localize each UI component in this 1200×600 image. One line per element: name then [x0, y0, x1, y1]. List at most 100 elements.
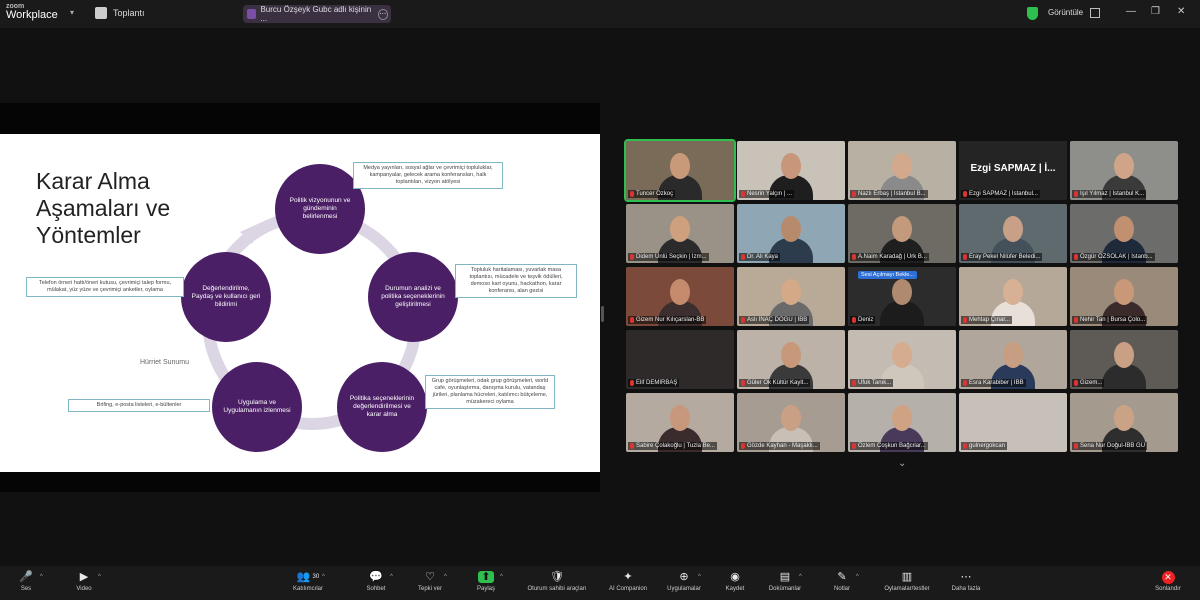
meeting-info-button[interactable]: Toplantı — [95, 7, 145, 19]
more-button[interactable]: ⋯ Daha fazla — [931, 569, 1001, 597]
caret-up-icon[interactable]: ^ — [98, 574, 101, 580]
caret-up-icon[interactable]: ^ — [322, 574, 325, 580]
participant-name-label: Didem Ünlü Seçkin | İzm... — [628, 253, 709, 261]
participant-tile[interactable]: Özgür ÖZSOLAK | İstanb... — [1070, 204, 1178, 263]
muted-mic-icon — [852, 317, 856, 323]
ai-companion-icon: ✦ — [623, 571, 633, 583]
maximize-icon[interactable]: ❐ — [1151, 6, 1160, 17]
chevron-down-icon[interactable]: ⌄ — [898, 458, 906, 469]
participant-name: Mehtap Çınar... — [969, 317, 1011, 323]
participant-tile[interactable]: Dr. Ali Kaya — [737, 204, 845, 263]
host-tools-button[interactable]: 🛡 Oturum sahibi araçları — [522, 569, 592, 597]
participant-name-label: Deniz — [850, 316, 876, 324]
participant-tile[interactable]: Eray Pekel Nilüfer Beledi... — [959, 204, 1067, 263]
caret-up-icon[interactable]: ^ — [390, 574, 393, 580]
minimize-icon[interactable]: — — [1126, 6, 1136, 17]
participant-tile[interactable]: Elif DEMİRBAŞ — [626, 330, 734, 389]
stage-circle-analysis: Durumun analizi ve politika seçeneklerin… — [368, 252, 458, 342]
participant-tile[interactable]: A.Naim Karadağ | Ürk B... — [848, 204, 956, 263]
participant-tile[interactable]: gulnergokcan — [959, 393, 1067, 452]
participant-name: Tuncer Özkoç — [636, 191, 674, 197]
caret-up-icon[interactable]: ^ — [500, 574, 503, 580]
participant-name-label: A.Naim Karadağ | Ürk B... — [850, 253, 929, 261]
muted-mic-icon — [630, 191, 634, 197]
caret-up-icon[interactable]: ^ — [444, 574, 447, 580]
participant-tile[interactable]: Sabire Çolakoğlu | Tuzla Be... — [626, 393, 734, 452]
close-icon[interactable]: ✕ — [1177, 6, 1185, 17]
participants-button[interactable]: 👥 30 Katılımcılar — [273, 569, 343, 597]
end-button[interactable]: ✕ Sonlandır — [1133, 569, 1200, 597]
chevron-down-icon[interactable]: ▾ — [70, 8, 74, 17]
participant-face — [892, 405, 912, 431]
participant-face — [670, 342, 690, 368]
share-button[interactable]: ⬆ Paylaş — [451, 569, 521, 597]
shared-screen-tab-label: Burcu Özşeyk Gubc adlı kişinin ... — [260, 5, 372, 23]
participant-tile[interactable]: Aslı İNAÇ DOĞU | İBB — [737, 267, 845, 326]
stage-circle-vision: Politik vizyonunun ve gündeminin belirle… — [275, 164, 365, 254]
muted-mic-icon — [741, 317, 745, 323]
participant-display-name: Ezgi SAPMAZ | İ... — [970, 163, 1056, 174]
more-options-icon[interactable]: ⋯ — [377, 8, 388, 20]
participant-tile[interactable]: Nazlı Erbaş | İstanbul B... — [848, 141, 956, 200]
host-tools-label: Oturum sahibi araçları — [527, 586, 587, 592]
participant-tile[interactable]: Özlem Coşkun Bağcılar... — [848, 393, 956, 452]
participant-tile[interactable]: Gizem Nur Kılıçarslan-BB — [626, 267, 734, 326]
participant-tile[interactable]: Didem Ünlü Seçkin | İzm... — [626, 204, 734, 263]
slide-title: Karar Alma Aşamaları ve Yöntemler — [36, 168, 171, 248]
participant-name-label: Işıl Yılmaz | İstanbul K... — [1072, 190, 1147, 198]
muted-mic-icon — [1074, 380, 1078, 386]
participant-tile[interactable]: Işıl Yılmaz | İstanbul K... — [1070, 141, 1178, 200]
participant-tile[interactable]: Güler Ok Kültür Kayit... — [737, 330, 845, 389]
participant-face — [1003, 342, 1023, 368]
participant-tile[interactable]: Nehir Tan | Bursa Çolo... — [1070, 267, 1178, 326]
participants-icon: 👥 — [296, 571, 311, 583]
view-layout-icon[interactable] — [1090, 8, 1100, 18]
caret-up-icon[interactable]: ^ — [856, 574, 859, 580]
react-icon: ♡ — [425, 571, 435, 583]
notes-button[interactable]: ✎ Notlar — [807, 569, 877, 597]
participant-tile[interactable]: Gözde Kayhan - Maşaklı... — [737, 393, 845, 452]
caret-up-icon[interactable]: ^ — [40, 574, 43, 580]
participant-tile[interactable]: Gizem... — [1070, 330, 1178, 389]
participant-name: Eray Pekel Nilüfer Beledi... — [969, 254, 1041, 260]
participant-tile[interactable]: Ufuk Tanık... — [848, 330, 956, 389]
participant-face — [670, 153, 690, 179]
note-decision-methods: Grup görüşmeleri, odak grup görüşmeleri,… — [425, 375, 555, 409]
video-button[interactable]: ▶ Video — [49, 569, 119, 597]
slide-credit: Hürriet Sunumu — [140, 359, 190, 366]
muted-mic-icon — [963, 317, 967, 323]
participant-name-label: Nesrin Yalçın | ... — [739, 190, 795, 198]
participant-name-label: Gizem Nur Kılıçarslan-BB — [628, 316, 707, 324]
caret-up-icon[interactable]: ^ — [799, 574, 802, 580]
participant-tile[interactable]: Esra Karabiber | İBB — [959, 330, 1067, 389]
participant-name-label: Nehir Tan | Bursa Çolo... — [1072, 316, 1148, 324]
stage-circle-evaluation: Değerlendirilme, Paydaş ve kullanıcı ger… — [181, 252, 271, 342]
shared-screen-tab[interactable]: Burcu Özşeyk Gubc adlı kişinin ... ⋯ — [243, 5, 391, 23]
participant-tile[interactable]: Ezgi SAPMAZ | İ... Ezgi SAPMAZ | İstanbul… — [959, 141, 1067, 200]
participant-tile[interactable]: Tuncer Özkoç — [624, 139, 736, 202]
participant-name-label: Sabire Çolakoğlu | Tuzla Be... — [628, 442, 717, 450]
participant-name: Özlem Coşkun Bağcılar... — [858, 443, 926, 449]
participant-tile[interactable]: Sesi Açılmayı Bekle... Deniz — [848, 267, 956, 326]
participant-name-label: Dr. Ali Kaya — [739, 253, 781, 261]
muted-mic-icon — [741, 191, 745, 197]
participant-tile[interactable]: Mehtap Çınar... — [959, 267, 1067, 326]
participant-name: Deniz — [858, 317, 874, 323]
participant-name-label: Özgür ÖZSOLAK | İstanb... — [1072, 253, 1155, 261]
participant-name-label: Esra Karabiber | İBB — [961, 379, 1026, 387]
split-resize-handle[interactable] — [601, 306, 604, 322]
security-shield-icon[interactable] — [1027, 7, 1038, 20]
share-label: Paylaş — [476, 586, 495, 592]
participant-tile[interactable]: Nesrin Yalçın | ... — [737, 141, 845, 200]
video-icon: ▶ — [79, 571, 89, 583]
muted-mic-icon — [963, 254, 967, 260]
participant-name: gulnergokcan — [969, 443, 1006, 449]
muted-mic-icon — [630, 317, 634, 323]
participants-label: Katılımcılar — [292, 586, 323, 592]
participant-face — [670, 279, 690, 305]
record-icon: ◉ — [730, 571, 740, 583]
participant-count: 30 — [312, 574, 320, 580]
view-button[interactable]: Görüntüle — [1048, 8, 1083, 17]
participant-name-label: Nazlı Erbaş | İstanbul B... — [850, 190, 928, 198]
participant-tile[interactable]: Sena Nur Doğul-İBB GÜ — [1070, 393, 1178, 452]
